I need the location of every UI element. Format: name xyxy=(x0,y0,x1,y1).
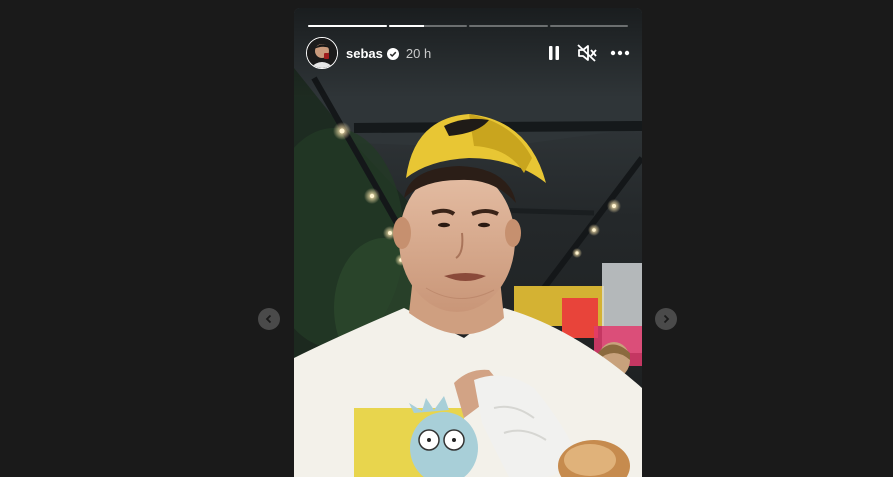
progress-segment xyxy=(549,25,628,27)
story-header: sebas 20 h xyxy=(306,37,630,69)
pause-icon xyxy=(549,46,559,60)
chevron-left-icon xyxy=(265,314,272,324)
progress-segment xyxy=(388,25,467,27)
progress-segment xyxy=(308,25,387,27)
more-options-icon xyxy=(610,50,630,56)
story-viewer[interactable]: sebas 20 h xyxy=(294,8,642,477)
speaker-muted-icon xyxy=(577,44,597,62)
avatar-image xyxy=(307,38,337,68)
profile-avatar[interactable] xyxy=(306,37,338,69)
pause-button[interactable] xyxy=(544,43,564,63)
mute-button[interactable] xyxy=(577,43,597,63)
progress-segment-fill xyxy=(388,25,424,27)
verified-badge-icon xyxy=(386,47,399,60)
next-story-button[interactable] xyxy=(655,308,677,330)
previous-story-button[interactable] xyxy=(258,308,280,330)
username[interactable]: sebas xyxy=(346,46,383,61)
progress-segment xyxy=(469,25,548,27)
progress-segment-fill xyxy=(308,25,387,27)
story-progress-bar xyxy=(308,25,628,27)
post-time: 20 h xyxy=(405,45,432,61)
story-controls xyxy=(544,43,630,63)
chevron-right-icon xyxy=(663,314,670,324)
more-options-button[interactable] xyxy=(610,43,630,63)
